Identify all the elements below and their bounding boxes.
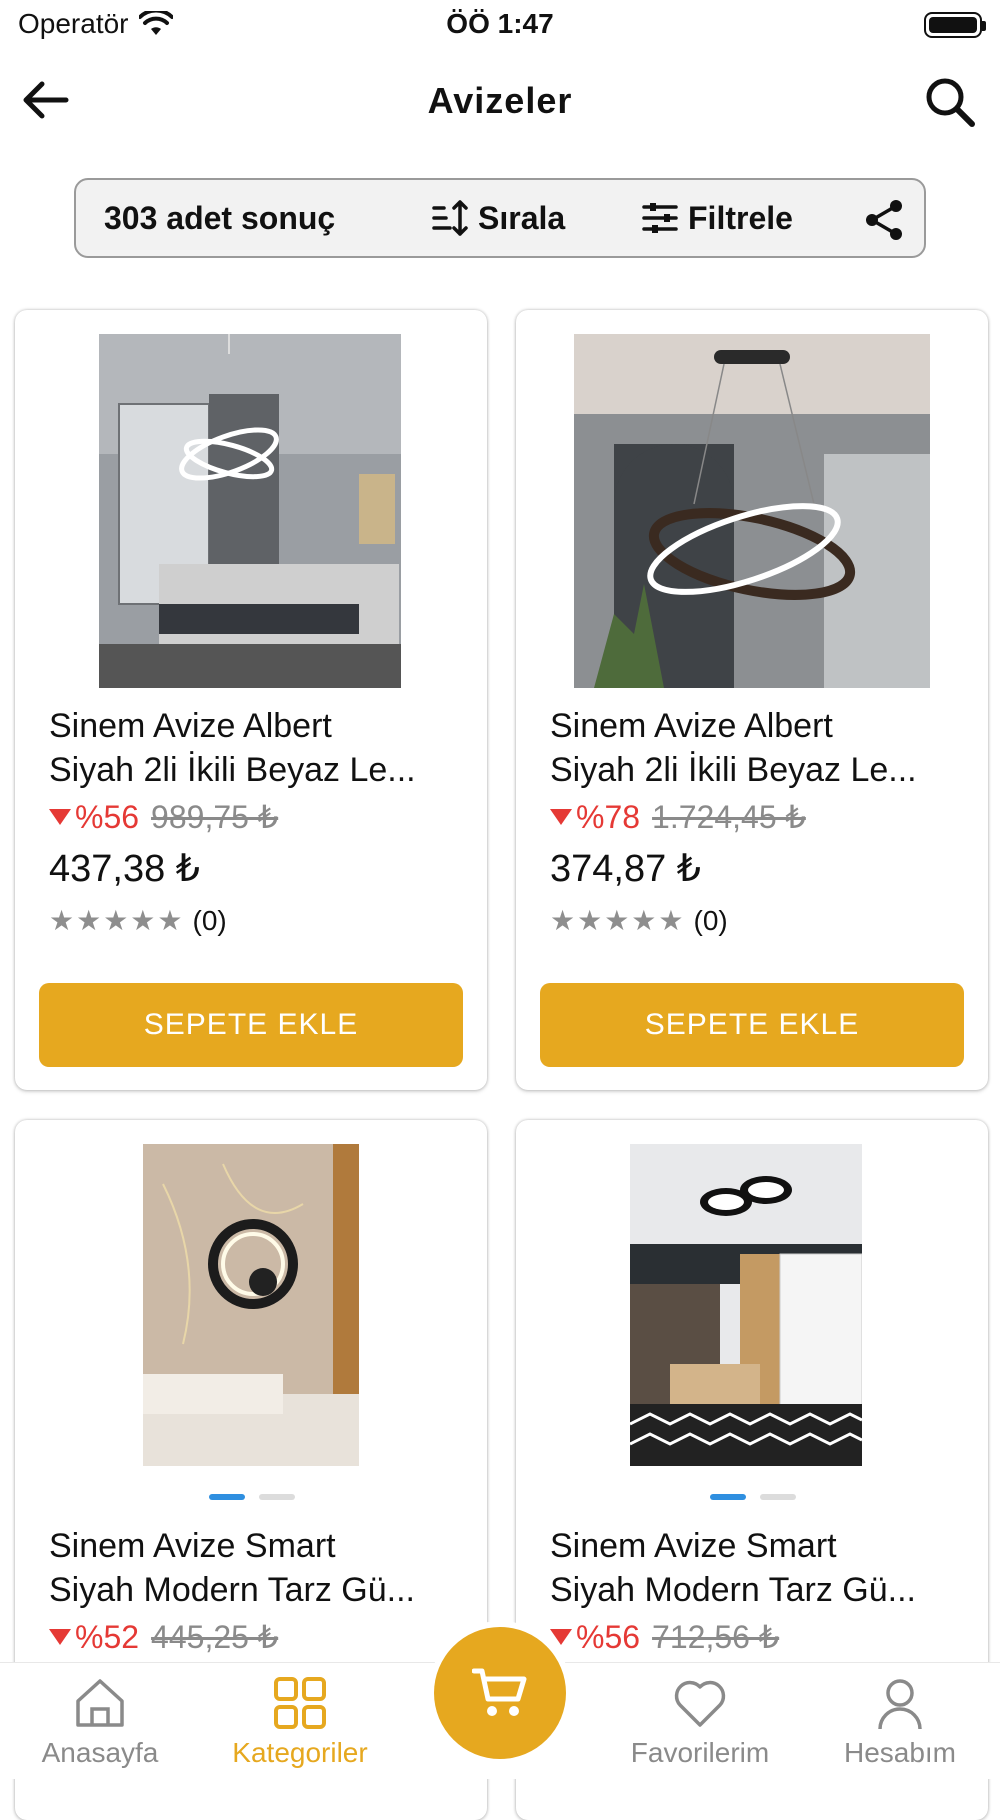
product-name-line1: Sinem Avize Smart — [550, 1527, 837, 1565]
old-price: 445,25 ₺ — [151, 1619, 279, 1655]
carousel-indicator — [209, 1494, 295, 1500]
clock: ÖÖ 1:47 — [446, 8, 554, 39]
result-toolbar: 303 adet sonuç Sırala Filtrele — [74, 178, 926, 258]
discount-badge: %56 — [49, 799, 139, 836]
add-to-cart-button[interactable]: SEPETE EKLE — [39, 983, 463, 1067]
product-name[interactable]: Sinem Avize Albert Siyah 2li İkili Beyaz… — [550, 704, 960, 792]
tab-account-label: Hesabım — [843, 1737, 957, 1768]
product-name-line1: Sinem Avize Albert — [550, 707, 833, 745]
product-name[interactable]: Sinem Avize Smart Siyah Modern Tarz Gü..… — [550, 1524, 960, 1612]
product-name-line1: Sinem Avize Albert — [49, 707, 332, 745]
heart-icon — [674, 1680, 726, 1727]
filter-button[interactable]: Filtrele — [642, 200, 793, 237]
product-name-line2: Siyah 2li İkili Beyaz Le... — [49, 751, 416, 789]
battery-icon — [924, 12, 986, 38]
old-price: 1.724,45 ₺ — [652, 799, 806, 835]
result-count: 303 adet sonuç — [104, 199, 336, 236]
cart-icon — [472, 1668, 527, 1716]
sort-button[interactable]: Sırala — [432, 198, 565, 238]
filter-label: Filtrele — [688, 199, 793, 236]
status-bar: Operatör ÖÖ 1:47 — [0, 0, 1000, 50]
discount-row: %56 989,75 ₺ — [49, 798, 278, 836]
discount-badge: %56 — [550, 1619, 640, 1656]
discount-badge: %52 — [49, 1619, 139, 1656]
product-name-line2: Siyah Modern Tarz Gü... — [550, 1571, 916, 1609]
page-title: Avizeler — [427, 80, 573, 121]
discount-percent: %78 — [576, 798, 641, 835]
down-triangle-icon — [49, 809, 71, 825]
sort-label: Sırala — [478, 199, 566, 236]
discount-row: %56 712,56 ₺ — [550, 1618, 779, 1656]
tab-account[interactable]: Hesabım — [810, 1673, 990, 1769]
product-name[interactable]: Sinem Avize Smart Siyah Modern Tarz Gü..… — [49, 1524, 459, 1612]
user-icon — [878, 1679, 922, 1730]
product-name-line1: Sinem Avize Smart — [49, 1527, 336, 1565]
search-icon[interactable] — [922, 74, 978, 130]
down-triangle-icon — [550, 1629, 572, 1645]
rating: ★★★★★ (0) — [550, 904, 728, 937]
review-count: (0) — [693, 904, 728, 936]
product-name-line2: Siyah Modern Tarz Gü... — [49, 1571, 415, 1609]
old-price: 989,75 ₺ — [151, 799, 279, 835]
discount-percent: %52 — [75, 1618, 140, 1655]
product-image[interactable] — [99, 334, 401, 688]
discount-row: %78 1.724,45 ₺ — [550, 798, 806, 836]
tab-categories[interactable]: Kategoriler — [210, 1673, 390, 1769]
tab-home[interactable]: Anasayfa — [10, 1673, 190, 1769]
star-icon: ★★★★★ — [49, 905, 185, 936]
tab-favorites-label: Favorilerim — [630, 1737, 770, 1768]
filter-icon — [642, 203, 678, 233]
discount-badge: %78 — [550, 799, 640, 836]
rating: ★★★★★ (0) — [49, 904, 227, 937]
review-count: (0) — [192, 904, 227, 936]
old-price: 712,56 ₺ — [652, 1619, 780, 1655]
product-card[interactable]: Sinem Avize Albert Siyah 2li İkili Beyaz… — [516, 310, 988, 1090]
navigation-bar: Avizeler — [0, 60, 1000, 140]
product-name-line2: Siyah 2li İkili Beyaz Le... — [550, 751, 917, 789]
down-triangle-icon — [49, 1629, 71, 1645]
tab-categories-label: Kategoriler — [232, 1737, 368, 1768]
carousel-indicator — [710, 1494, 796, 1500]
star-icon: ★★★★★ — [550, 905, 686, 936]
share-icon[interactable] — [862, 198, 906, 242]
product-card[interactable]: Sinem Avize Albert Siyah 2li İkili Beyaz… — [15, 310, 487, 1090]
discount-percent: %56 — [75, 798, 140, 835]
product-image[interactable] — [143, 1144, 359, 1466]
add-to-cart-button[interactable]: SEPETE EKLE — [540, 983, 964, 1067]
sort-icon — [432, 200, 468, 236]
discount-percent: %56 — [576, 1618, 641, 1655]
product-name[interactable]: Sinem Avize Albert Siyah 2li İkili Beyaz… — [49, 704, 459, 792]
tab-home-label: Anasayfa — [41, 1737, 159, 1768]
down-triangle-icon — [550, 809, 572, 825]
price: 437,38 ₺ — [49, 848, 200, 890]
grid-icon — [274, 1677, 326, 1729]
discount-row: %52 445,25 ₺ — [49, 1618, 278, 1656]
price: 374,87 ₺ — [550, 848, 701, 890]
product-image[interactable] — [574, 334, 930, 688]
product-image[interactable] — [630, 1144, 862, 1466]
tab-favorites[interactable]: Favorilerim — [610, 1673, 790, 1769]
home-icon — [76, 1679, 124, 1727]
cart-button[interactable] — [434, 1627, 566, 1759]
